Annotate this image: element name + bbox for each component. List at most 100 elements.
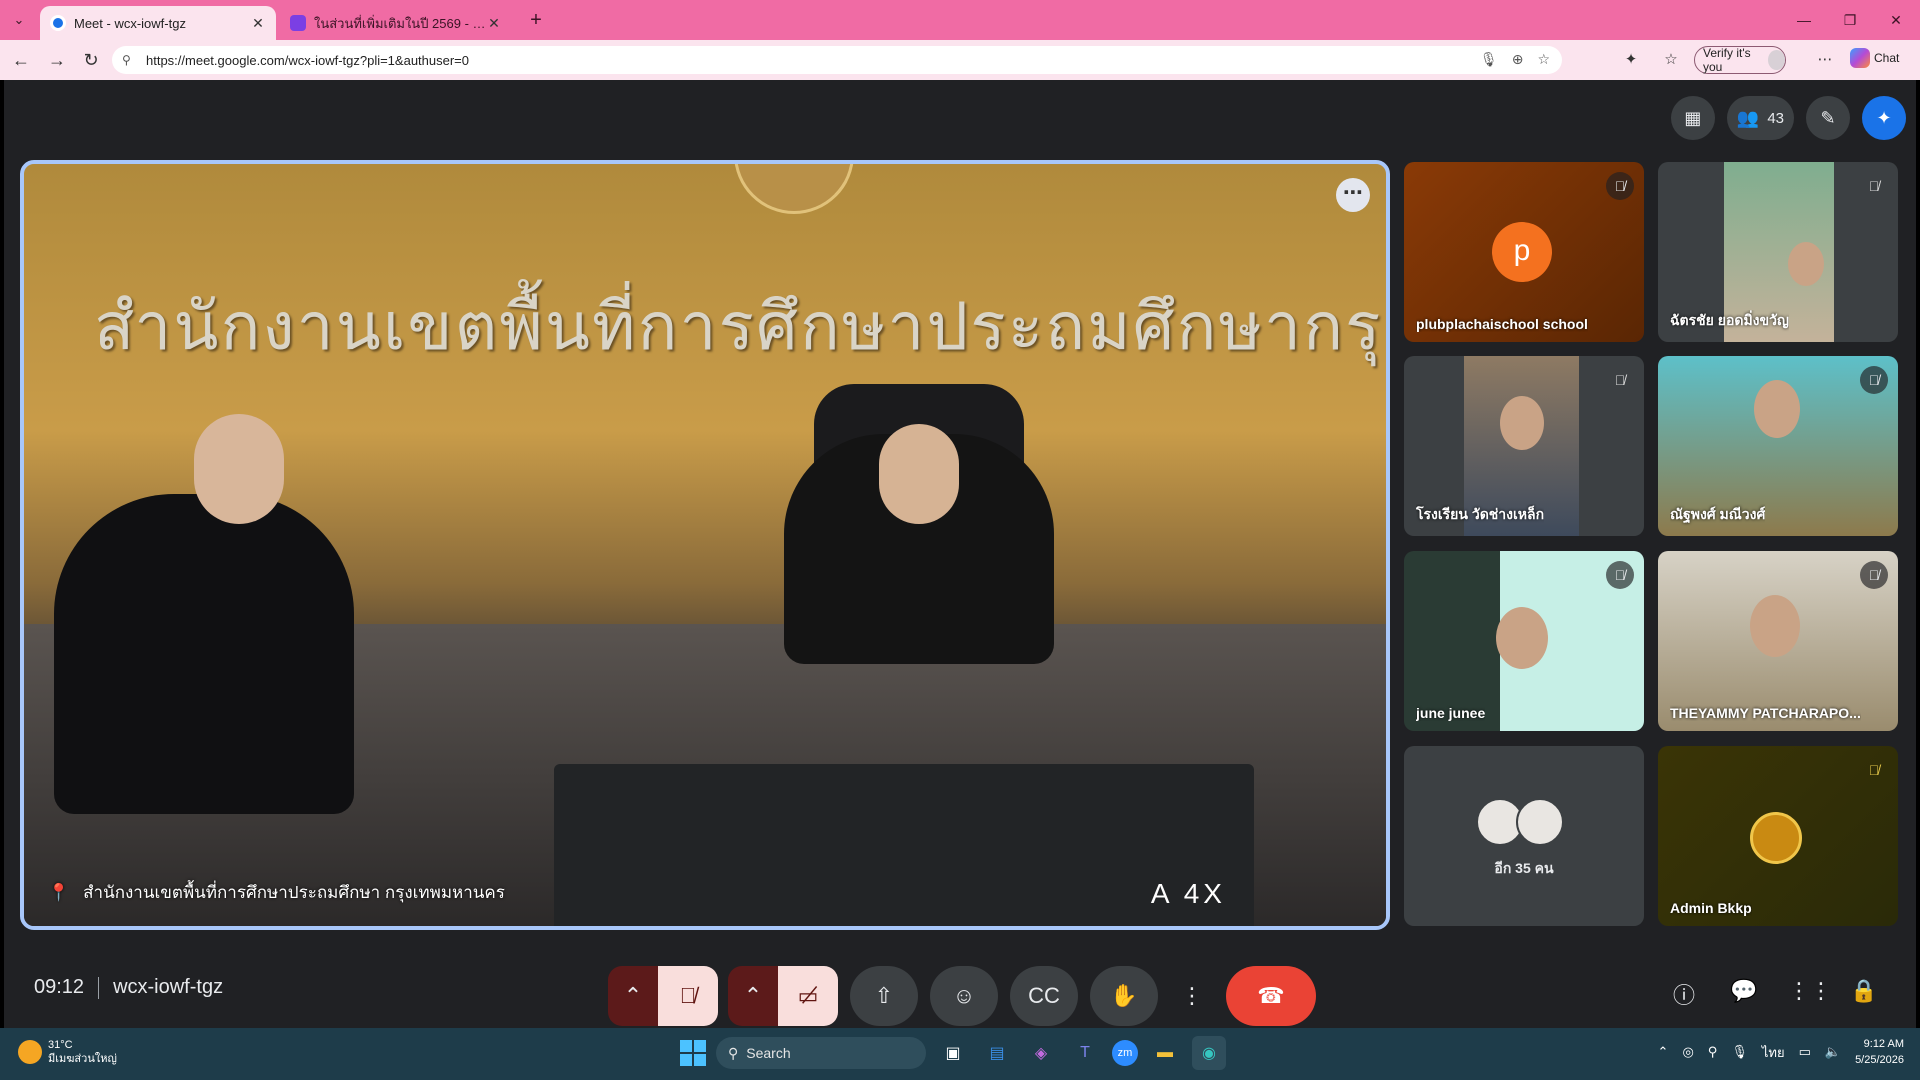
participant-tile[interactable]: 🎙̸ ฉัตรชัย ยอดมิ่งขวัญ (1658, 162, 1898, 342)
muted-mic-icon: 🎙̸ (1606, 172, 1634, 200)
hand-icon: ✋ (1110, 983, 1138, 1008)
more-options-button[interactable]: ⋮ (1172, 966, 1212, 1026)
meeting-info: 09:12 wcx-iowf-tgz (34, 976, 223, 999)
extensions-icon[interactable]: ✦ (1620, 48, 1642, 72)
video-options-button[interactable]: ⌃ (728, 966, 778, 1026)
new-tab-icon[interactable]: + (524, 8, 548, 32)
task-view-icon[interactable]: ▣ (936, 1036, 970, 1070)
participant-name: Admin Bkkp (1670, 900, 1752, 916)
tray-app-icon[interactable]: ◎ (1682, 1044, 1693, 1060)
present-screen-button[interactable]: ⇧ (850, 966, 918, 1026)
main-speaker-video[interactable]: สำนักงานเขตพื้นที่การศึกษาประถมศึกษากรุง… (20, 160, 1390, 930)
tile-options-button[interactable]: ⋯ (1336, 178, 1370, 212)
present-icon: ⇧ (874, 983, 894, 1008)
participant-name: THEYAMMY PATCHARAPO... (1670, 705, 1861, 721)
face (1496, 607, 1548, 669)
meeting-time: 09:12 (34, 976, 85, 998)
captions-button[interactable]: CC (1010, 966, 1078, 1026)
people-button[interactable]: 👥 43 (1726, 96, 1794, 140)
meeting-code: wcx-iowf-tgz (113, 976, 224, 998)
edge-icon[interactable]: ◉ (1192, 1036, 1226, 1070)
participant-tile[interactable]: p 🎙̸ plubplachaischool school (1404, 162, 1644, 342)
mic-toggle-button[interactable]: 🎙̸ (658, 966, 718, 1026)
participant-name: plubplachaischool school (1416, 316, 1588, 332)
participant-tile[interactable]: 🎙̸ THEYAMMY PATCHARAPO... (1658, 551, 1898, 731)
avatar (1516, 798, 1564, 846)
reactions-button[interactable]: ☺ (930, 966, 998, 1026)
audio-options-button[interactable]: ⌃ (608, 966, 658, 1026)
participant-tile[interactable]: 🎙̸ june junee (1404, 551, 1644, 731)
weather-description: มีเมฆส่วนใหญ่ (48, 1053, 117, 1065)
teams-icon[interactable]: T (1068, 1036, 1102, 1070)
close-tab-icon[interactable]: ✕ (250, 15, 266, 32)
canva-favicon-icon (290, 15, 306, 31)
minimize-icon[interactable]: — (1784, 8, 1824, 32)
chat-icon[interactable]: 💬 (1728, 978, 1760, 1010)
participant-man (784, 424, 1054, 664)
start-button[interactable] (680, 1040, 706, 1066)
leave-call-button[interactable]: ☎ (1226, 966, 1316, 1026)
participant-tile[interactable]: 🎙̸ ณัฐพงศ์ มณีวงศ์ (1658, 356, 1898, 536)
reload-icon[interactable]: ↻ (78, 48, 104, 72)
hide-tiles-icon: ▦ (1684, 107, 1702, 128)
forward-icon[interactable]: → (44, 48, 70, 72)
browser-tab-strip: ⌄ Meet - wcx-iowf-tgz ✕ ในส่วนที่เพิ่มเต… (0, 0, 1920, 40)
clock-date: 5/25/2026 (1855, 1054, 1904, 1066)
host-controls-icon[interactable]: 🔒 (1848, 978, 1880, 1010)
tab-search-dropdown[interactable]: ⌄ (8, 9, 30, 31)
tab-meet[interactable]: Meet - wcx-iowf-tgz ✕ (40, 6, 276, 40)
file-explorer-icon[interactable]: ▬ (1148, 1036, 1182, 1070)
restore-icon[interactable]: ❐ (1830, 8, 1870, 32)
copilot-chat-button[interactable]: Chat (1850, 48, 1899, 68)
display-icon[interactable]: ▭ (1799, 1044, 1811, 1060)
meeting-details-icon[interactable]: ⓘ (1668, 978, 1700, 1010)
bookmark-star-icon[interactable]: ☆ (1537, 51, 1550, 68)
participant-name: ณัฐพงศ์ มณีวงศ์ (1670, 506, 1766, 522)
chevron-up-icon: ⌃ (743, 983, 763, 1008)
copilot-app-icon[interactable]: ◈ (1024, 1036, 1058, 1070)
meet-top-actions: ▦ 👥 43 ✎ ✦ (1670, 96, 1906, 140)
url-input[interactable]: ⚲ https://meet.google.com/wcx-iowf-tgz?p… (112, 46, 1562, 74)
volume-icon[interactable]: 🔈 (1825, 1044, 1841, 1060)
weather-text: 31°C มีเมฆส่วนใหญ่ (48, 1038, 117, 1066)
profile-verify-button[interactable]: Verify it's you (1694, 46, 1786, 74)
taskbar-search[interactable]: ⚲ Search (716, 1037, 926, 1069)
participant-tile[interactable]: 🎙̸ โรงเรียน วัดช่างเหล็ก (1404, 356, 1644, 536)
taskbar-clock[interactable]: 9:12 AM 5/25/2026 (1855, 1036, 1904, 1068)
weather-widget[interactable]: 31°C มีเมฆส่วนใหญ่ (18, 1038, 117, 1066)
show-hidden-icons[interactable]: ⌃ (1658, 1044, 1669, 1060)
tab-presentation[interactable]: ในส่วนที่เพิ่มเติมในปี 2569 - Presentat … (280, 6, 512, 40)
face (1754, 380, 1800, 438)
edit-button[interactable]: ✎ (1806, 96, 1850, 140)
muted-mic-icon: 🎙̸ (1614, 372, 1626, 388)
system-tray: ⌃ ◎ ⚲ 🎙 ไทย ▭ 🔈 9:12 AM 5/25/2026 (1658, 1036, 1904, 1068)
camera-overlay-text: A 4X (1150, 878, 1226, 909)
network-icon[interactable]: ⚲ (1708, 1044, 1718, 1060)
participant-name: ฉัตรชัย ยอดมิ่งขวัญ (1670, 312, 1789, 328)
store-icon[interactable]: ▤ (980, 1036, 1014, 1070)
emoji-icon: ☺ (952, 983, 976, 1008)
main-speaker-name: สำนักงานเขตพื้นที่การศึกษาประถมศึกษา กรุ… (83, 883, 505, 902)
site-info-icon[interactable]: ⚲ (122, 53, 136, 67)
back-icon[interactable]: ← (8, 48, 34, 72)
mic-tray-icon[interactable]: 🎙 (1731, 1044, 1748, 1060)
gemini-button[interactable]: ✦ (1862, 96, 1906, 140)
more-menu-icon[interactable]: ⋯ (1814, 48, 1836, 72)
layout-toggle-button[interactable]: ▦ (1670, 96, 1715, 140)
more-vert-icon: ⋮ (1181, 983, 1203, 1008)
raise-hand-button[interactable]: ✋ (1090, 966, 1158, 1026)
zoom-icon[interactable]: ⊕ (1512, 51, 1524, 68)
muted-mic-icon: 🎙̸ (1868, 178, 1880, 194)
mic-permission-icon[interactable]: 🎙 (1480, 51, 1498, 68)
pencil-icon: ✎ (1820, 107, 1836, 128)
close-window-icon[interactable]: ✕ (1876, 8, 1916, 32)
close-tab-icon[interactable]: ✕ (486, 15, 502, 32)
zoom-icon[interactable]: zm (1112, 1040, 1138, 1066)
activities-grid-icon[interactable]: ⋮⋮ (1788, 978, 1832, 1010)
others-tile[interactable]: อีก 35 คน (1404, 746, 1644, 926)
favorites-icon[interactable]: ☆ (1660, 48, 1682, 72)
head (879, 424, 959, 524)
language-indicator[interactable]: ไทย (1762, 1042, 1785, 1063)
participant-tile[interactable]: 🎙̸ Admin Bkkp (1658, 746, 1898, 926)
camera-toggle-button[interactable]: ▭̸ (778, 966, 838, 1026)
